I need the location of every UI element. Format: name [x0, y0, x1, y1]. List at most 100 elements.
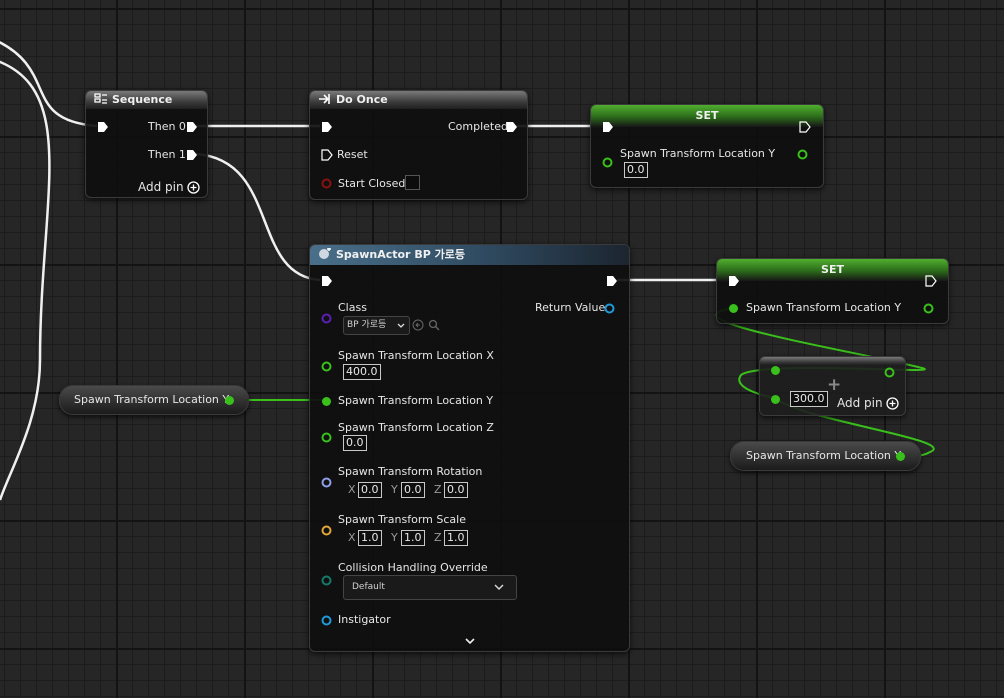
add-b-pin[interactable]: [770, 394, 781, 405]
start-closed-label: Start Closed: [338, 177, 406, 190]
spawn-exec-in-pin[interactable]: [321, 275, 333, 287]
chevron-down-icon: [494, 584, 504, 590]
use-selected-icon[interactable]: [412, 319, 424, 331]
chevron-down-icon: [397, 323, 405, 328]
collision-label: Collision Handling Override: [338, 561, 488, 574]
do-once-title: Do Once: [336, 93, 388, 106]
set1-var-label: Spawn Transform Location Y: [620, 147, 776, 160]
exec-wire: [195, 152, 321, 282]
set-node-1[interactable]: SET Spawn Transform Location Y 0.0: [590, 104, 824, 188]
spawn-actor-icon: [319, 248, 331, 259]
loc-y-pin[interactable]: [321, 396, 332, 407]
spawn-title: SpawnActor BP 가로등: [336, 248, 465, 261]
spawn-exec-out-pin[interactable]: [606, 275, 618, 287]
rotation-y-value[interactable]: 0.0: [401, 482, 425, 498]
add-node-header: [760, 357, 905, 365]
scale-y-value[interactable]: 1.0: [401, 530, 425, 546]
collision-dropdown-value: Default: [352, 582, 385, 592]
do-once-node[interactable]: Do Once Completed Reset Start Closed: [309, 90, 528, 200]
set1-exec-out-pin[interactable]: [799, 121, 811, 133]
add-node-add-pin-icon[interactable]: [886, 397, 899, 410]
class-dropdown-value: BP 가로등: [347, 320, 387, 330]
class-label: Class: [338, 301, 367, 314]
return-value-label: Return Value: [535, 301, 606, 314]
scale-label: Spawn Transform Scale: [338, 513, 466, 526]
do-once-icon: [319, 94, 330, 104]
sequence-title: Sequence: [112, 93, 173, 106]
scale-y-axis: Y: [391, 531, 398, 544]
exec-wire: [0, 41, 98, 128]
set1-value-box[interactable]: 0.0: [624, 162, 648, 178]
scale-pin[interactable]: [321, 525, 332, 536]
rotation-z-axis: Z: [434, 483, 442, 496]
add-operator-icon: +: [827, 375, 842, 395]
add-node[interactable]: + 300.0 Add pin: [759, 356, 906, 416]
class-dropdown[interactable]: BP 가로등: [343, 316, 410, 335]
expand-chevron-icon[interactable]: [464, 637, 476, 645]
set1-value-out-pin[interactable]: [797, 149, 808, 160]
loc-x-pin[interactable]: [321, 361, 332, 372]
rotation-y-axis: Y: [391, 483, 398, 496]
set-node-2[interactable]: SET Spawn Transform Location Y: [716, 258, 949, 324]
then0-exec-pin[interactable]: [186, 121, 198, 133]
completed-exec-pin[interactable]: [506, 121, 518, 133]
class-pin[interactable]: [321, 313, 332, 324]
loc-x-value[interactable]: 400.0: [343, 364, 381, 380]
set1-exec-in-pin[interactable]: [602, 121, 614, 133]
loc-z-label: Spawn Transform Location Z: [338, 421, 494, 434]
collision-dropdown[interactable]: Default: [343, 575, 517, 600]
scale-x-value[interactable]: 1.0: [358, 530, 382, 546]
exec-wire: [0, 60, 51, 501]
rotation-pin[interactable]: [321, 477, 332, 488]
loc-x-label: Spawn Transform Location X: [338, 349, 494, 362]
rotation-z-value[interactable]: 0.0: [444, 482, 468, 498]
get-var-node-left[interactable]: Spawn Transform Location Y: [59, 385, 249, 415]
add-result-pin[interactable]: [884, 367, 895, 378]
set2-var-label: Spawn Transform Location Y: [746, 301, 902, 314]
set2-value-in-pin[interactable]: [728, 303, 739, 314]
add-pin-icon[interactable]: [187, 181, 200, 194]
set2-exec-in-pin[interactable]: [728, 275, 740, 287]
sequence-header: Sequence: [86, 91, 207, 109]
sequence-node[interactable]: Sequence Then 0 Then 1 Add pin: [85, 90, 208, 198]
scale-z-axis: Z: [434, 531, 442, 544]
instigator-pin[interactable]: [321, 615, 332, 626]
get-var-node-right[interactable]: Spawn Transform Location Y: [730, 441, 921, 471]
instigator-label: Instigator: [338, 613, 391, 626]
browse-search-icon[interactable]: [428, 319, 440, 331]
set2-header: SET: [717, 259, 948, 281]
do-once-exec-in-pin[interactable]: [321, 121, 333, 133]
then1-label: Then 1: [148, 148, 186, 161]
get-var-right-label: Spawn Transform Location Y: [746, 449, 902, 462]
set1-header: SET: [591, 105, 823, 127]
add-node-add-pin-label[interactable]: Add pin: [837, 396, 883, 410]
spawn-actor-node[interactable]: SpawnActor BP 가로등 Class BP 가로등 Return Va…: [309, 244, 630, 652]
start-closed-pin[interactable]: [321, 178, 332, 189]
loc-z-pin[interactable]: [321, 432, 332, 443]
add-pin-label[interactable]: Add pin: [138, 180, 184, 194]
then1-exec-pin[interactable]: [186, 149, 198, 161]
collision-pin[interactable]: [321, 575, 332, 586]
scale-z-value[interactable]: 1.0: [444, 530, 468, 546]
get-var-left-label: Spawn Transform Location Y: [74, 393, 230, 406]
add-b-value[interactable]: 300.0: [790, 391, 828, 407]
add-a-pin[interactable]: [770, 365, 781, 376]
rotation-x-value[interactable]: 0.0: [358, 482, 382, 498]
rotation-label: Spawn Transform Rotation: [338, 465, 483, 478]
rotation-x-axis: X: [348, 483, 356, 496]
loc-y-label: Spawn Transform Location Y: [338, 394, 494, 407]
start-closed-checkbox[interactable]: [405, 175, 420, 190]
then0-label: Then 0: [148, 120, 186, 133]
get-var-left-out-pin[interactable]: [224, 395, 235, 406]
return-value-pin[interactable]: [604, 303, 615, 314]
set1-title: SET: [695, 109, 719, 122]
exec-in-pin[interactable]: [97, 121, 109, 133]
set1-value-in-pin[interactable]: [602, 157, 613, 168]
get-var-right-out-pin[interactable]: [895, 451, 906, 462]
loc-z-value[interactable]: 0.0: [343, 435, 367, 451]
completed-label: Completed: [448, 120, 508, 133]
spawn-header: SpawnActor BP 가로등: [310, 245, 629, 265]
set2-exec-out-pin[interactable]: [925, 275, 937, 287]
reset-exec-pin[interactable]: [321, 149, 333, 161]
set2-value-out-pin[interactable]: [923, 303, 934, 314]
